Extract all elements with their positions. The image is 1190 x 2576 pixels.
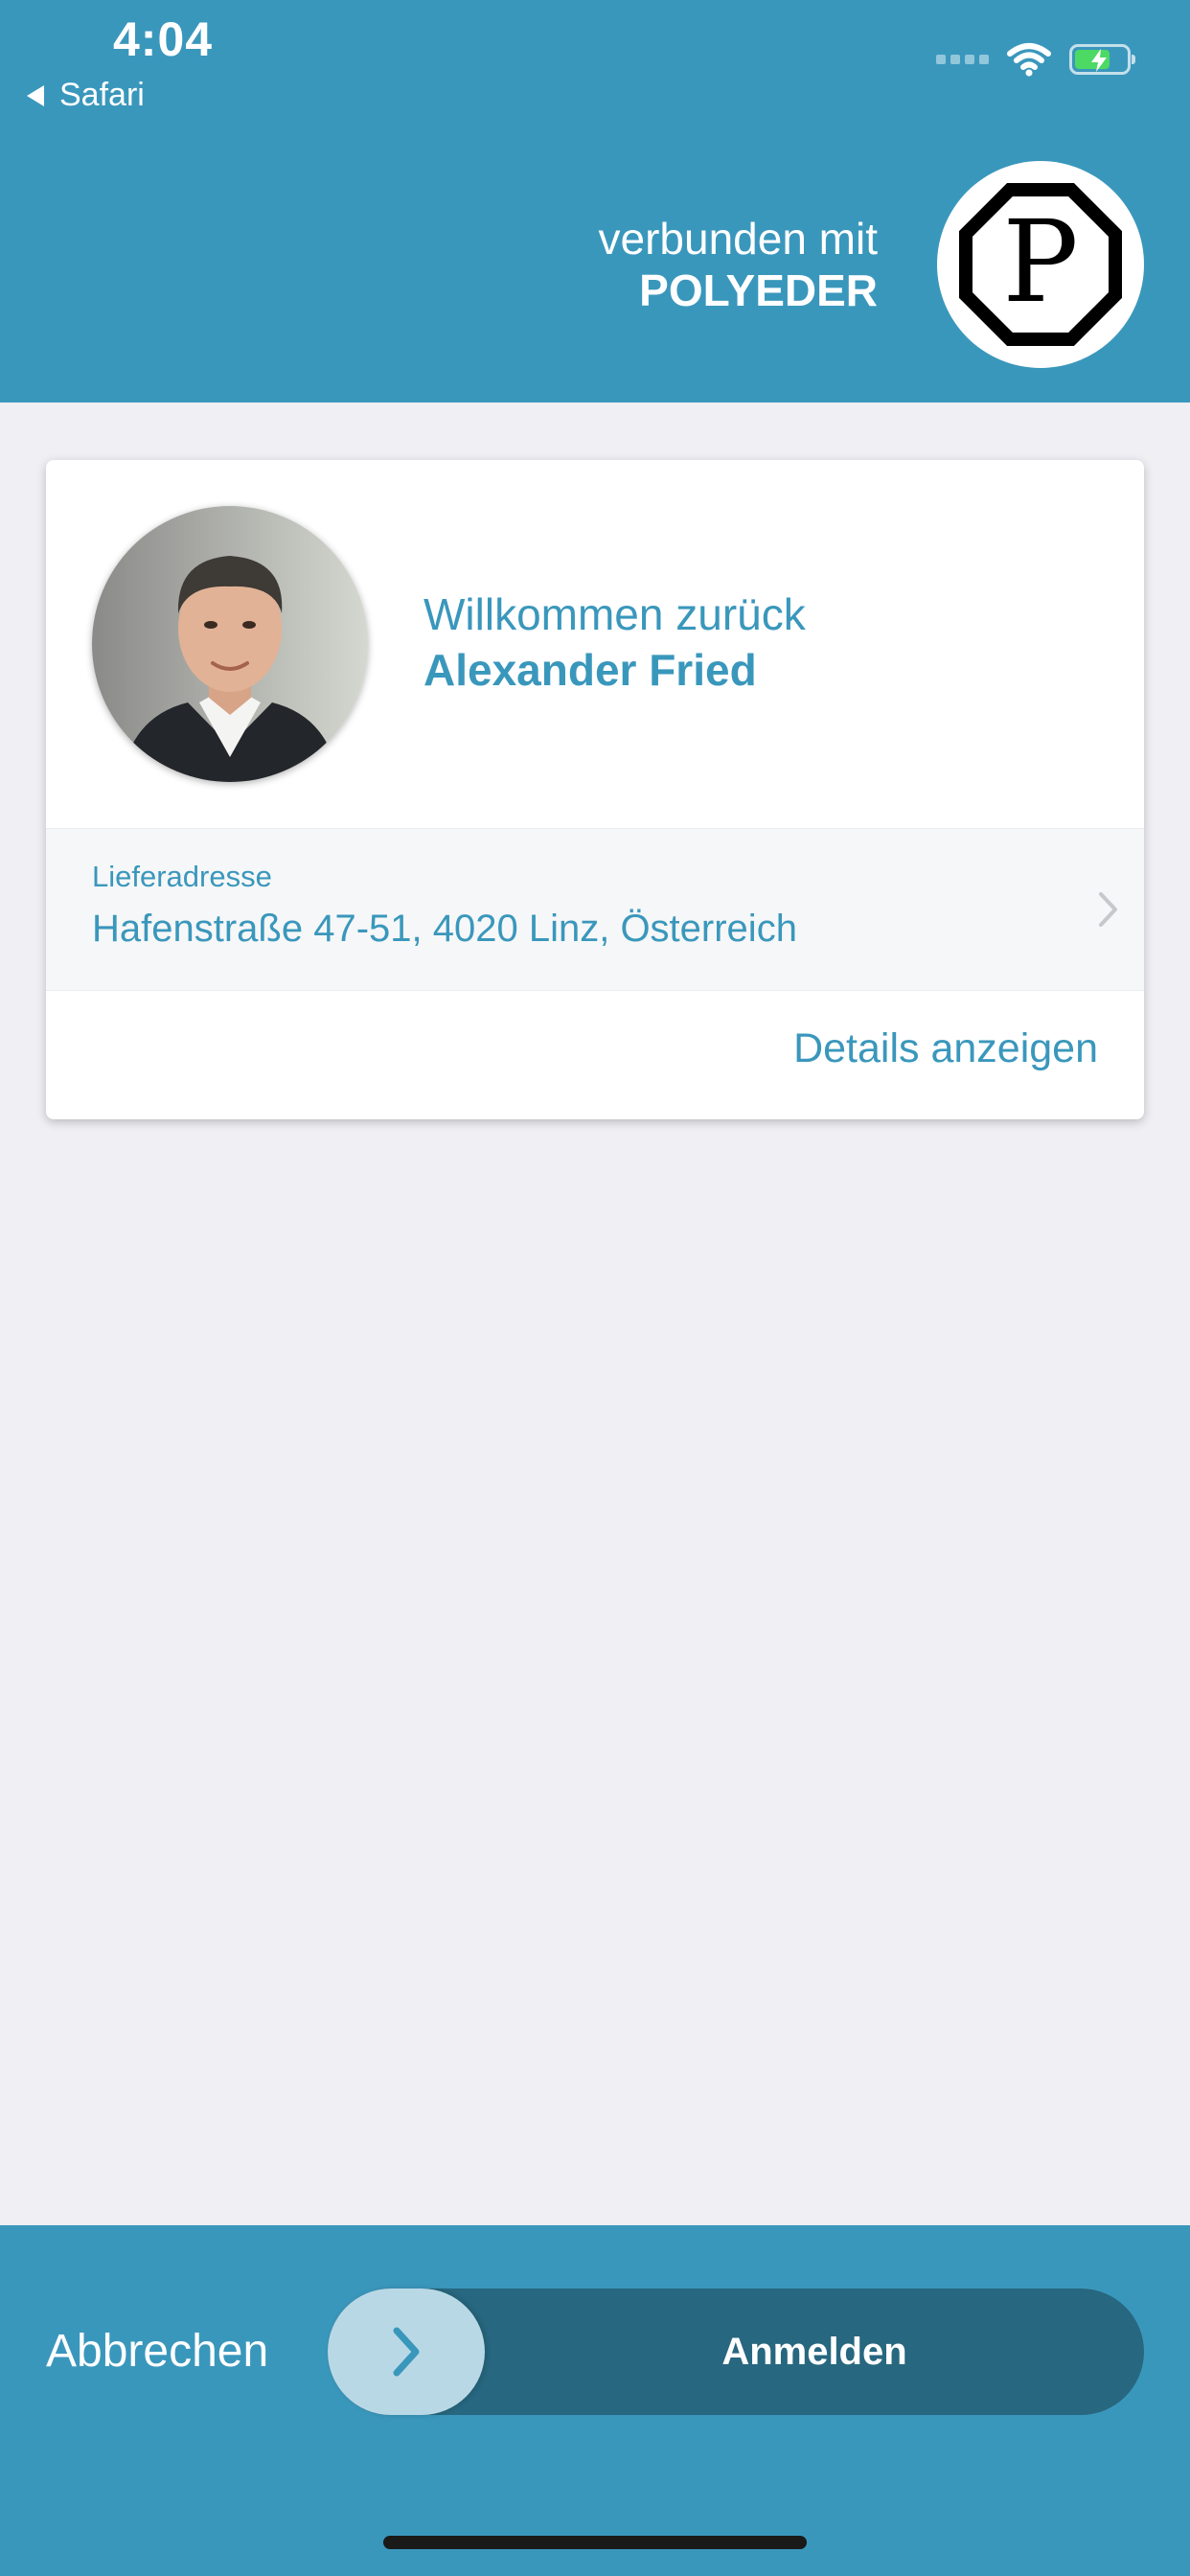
battery-charging-icon	[1069, 44, 1135, 75]
wifi-icon	[1007, 43, 1051, 77]
slide-to-login-label: Anmelden	[721, 2331, 907, 2373]
back-label: Safari	[59, 77, 145, 113]
chevron-right-icon	[1099, 892, 1117, 927]
delivery-address-row[interactable]: Lieferadresse Hafenstraße 47-51, 4020 Li…	[46, 828, 1144, 991]
user-name: Alexander Fried	[423, 645, 757, 695]
back-to-safari-link[interactable]: Safari	[27, 77, 145, 114]
slide-to-login-track[interactable]: Anmelden	[328, 2288, 1144, 2415]
welcome-label: Willkommen zurück	[423, 589, 806, 639]
cancel-button[interactable]: Abbrechen	[46, 2325, 268, 2378]
header: 4:04 Safari verbunden mit POLYEDER P	[0, 0, 1190, 402]
bottom-action-bar: Abbrechen Anmelden	[0, 2225, 1190, 2576]
avatar	[92, 506, 368, 782]
logo-letter: P	[1002, 196, 1078, 328]
polyeder-logo: P	[937, 161, 1144, 368]
user-card: Willkommen zurück Alexander Fried Liefer…	[46, 460, 1144, 1119]
back-arrow-icon	[27, 84, 44, 106]
signal-icon	[936, 55, 989, 64]
connected-label: verbunden mit	[598, 214, 879, 264]
connection-info: verbunden mit POLYEDER	[599, 213, 879, 316]
home-indicator	[383, 2536, 807, 2549]
company-name: POLYEDER	[639, 265, 878, 315]
slider-handle[interactable]	[328, 2288, 485, 2415]
address-value: Hafenstraße 47-51, 4020 Linz, Österreich	[92, 908, 797, 950]
address-label: Lieferadresse	[92, 860, 272, 893]
slider-chevron-icon	[393, 2327, 420, 2377]
welcome-block: Willkommen zurück Alexander Fried	[423, 586, 806, 698]
user-section: Willkommen zurück Alexander Fried	[46, 460, 1144, 828]
status-time: 4:04	[113, 12, 214, 66]
status-icons	[936, 42, 1135, 77]
details-button[interactable]: Details anzeigen	[793, 1025, 1098, 1072]
